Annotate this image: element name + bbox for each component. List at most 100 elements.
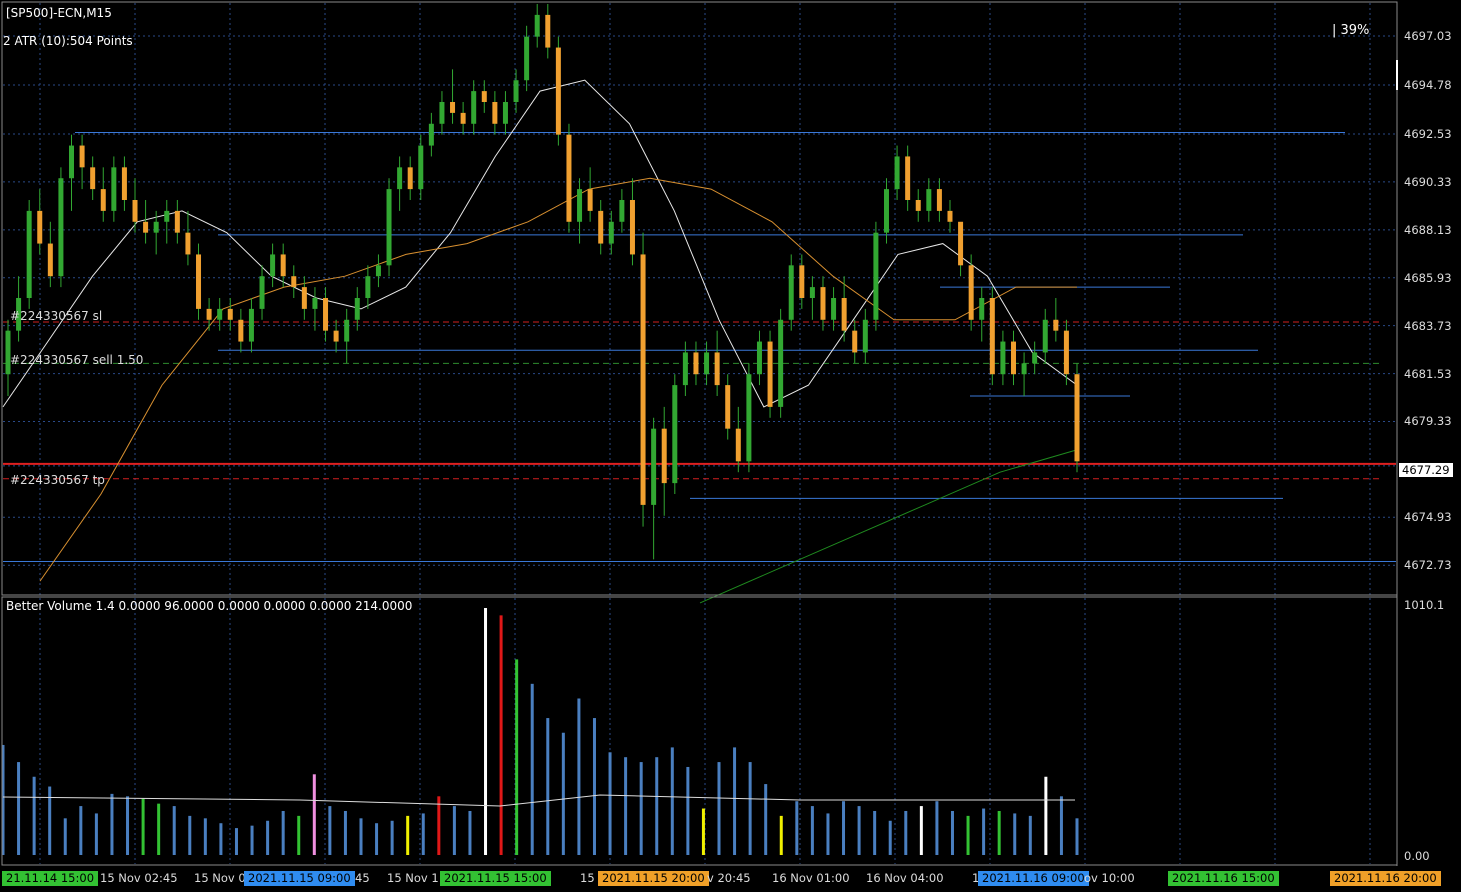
candle-body xyxy=(704,352,710,375)
candle-body xyxy=(407,167,413,190)
candle-body xyxy=(164,210,170,222)
volume-bar xyxy=(857,806,861,855)
volume-bar xyxy=(63,818,67,855)
ma-line-white xyxy=(2,79,1078,408)
candle-body xyxy=(418,145,424,190)
time-tick-label: 2021.11.16 20:00 xyxy=(1330,871,1441,886)
time-tick-label: v 20:45 xyxy=(707,871,751,885)
volume-bar xyxy=(842,801,846,855)
candle-body xyxy=(682,352,688,386)
candle-body xyxy=(979,298,985,320)
candle-body xyxy=(587,189,593,211)
candle-body xyxy=(577,189,583,222)
candle-body xyxy=(386,189,392,266)
candle-body xyxy=(301,287,307,309)
time-tick-label: 2021.11.16 15:00 xyxy=(1168,871,1279,886)
volume-indicator-label: Better Volume 1.4 0.0000 96.0000 0.0000 … xyxy=(6,599,413,613)
candle-body xyxy=(735,428,741,462)
candle-body xyxy=(69,145,75,179)
candle-body xyxy=(354,298,360,320)
volume-bar xyxy=(997,810,1001,855)
volume-bar xyxy=(359,818,363,855)
volume-bar xyxy=(982,808,986,855)
volume-bar xyxy=(1044,776,1048,855)
candle-body xyxy=(725,385,731,429)
volume-bar xyxy=(904,810,908,855)
scroll-marker[interactable] xyxy=(1396,60,1398,90)
time-tick-label: 15 xyxy=(580,871,595,885)
candle-body xyxy=(79,145,85,168)
candle-body xyxy=(809,287,815,298)
time-tick-label: 15 Nov 0 xyxy=(194,871,246,885)
candle-body xyxy=(1074,374,1080,462)
candle-body xyxy=(460,112,466,124)
volume-bar xyxy=(1075,818,1079,855)
volume-panel-frame xyxy=(1,596,1398,866)
candle-body xyxy=(502,102,508,124)
candle-body xyxy=(111,167,117,211)
volume-bar xyxy=(141,798,145,855)
volume-bar xyxy=(639,762,643,855)
price-tick-label: 4692.53 xyxy=(1404,127,1452,141)
time-tick-label: 15 Nov 02:45 xyxy=(100,871,178,885)
time-tick-label: 21.11.14 15:00 xyxy=(2,871,99,886)
current-price-tag: 4677.29 xyxy=(1399,463,1453,477)
volume-bar xyxy=(515,659,519,855)
candle-body xyxy=(280,254,286,277)
candle-body xyxy=(936,189,942,211)
candle-body xyxy=(26,210,32,298)
volume-bar xyxy=(810,806,814,855)
candle-body xyxy=(555,47,561,135)
volume-bar xyxy=(157,803,161,855)
volume-bar xyxy=(608,752,612,855)
candle-body xyxy=(248,308,254,342)
volume-bar xyxy=(873,810,877,855)
candle-body xyxy=(894,156,900,190)
volume-bar xyxy=(764,784,768,855)
volume-bar xyxy=(312,774,316,855)
volume-bar xyxy=(343,810,347,855)
candle-body xyxy=(799,265,805,298)
candle-body xyxy=(746,374,752,462)
candle-body xyxy=(270,254,276,277)
candle-body xyxy=(778,319,784,407)
volume-bar xyxy=(234,828,238,855)
volume-bar xyxy=(390,820,394,855)
volume-bar xyxy=(717,762,721,855)
volume-bar xyxy=(110,793,114,855)
candle-body xyxy=(365,276,371,298)
candle-body xyxy=(1063,330,1069,375)
ma-line-green xyxy=(699,449,1076,604)
price-tick-label: 4688.13 xyxy=(1404,222,1452,237)
horizontal-levels xyxy=(3,131,1396,563)
candle-body xyxy=(513,80,519,102)
candle-body xyxy=(862,319,868,353)
candle-body xyxy=(121,167,127,200)
candle-body xyxy=(333,330,339,342)
volume-bar xyxy=(484,608,488,855)
volume-bar xyxy=(530,683,534,855)
candle-body xyxy=(238,319,244,342)
volume-bar xyxy=(126,796,130,855)
volume-bar xyxy=(888,820,892,855)
candle-body xyxy=(344,319,350,342)
time-tick-label: 16 Nov 01:00 xyxy=(772,871,850,885)
volume-bar xyxy=(1013,813,1017,855)
candle-body xyxy=(672,385,678,484)
candle-body xyxy=(217,308,223,320)
candle-body xyxy=(323,298,329,331)
volume-bar xyxy=(188,815,192,855)
candle-body xyxy=(1032,352,1038,364)
volume-bar xyxy=(733,747,737,855)
candle-body xyxy=(915,200,921,211)
candle-body xyxy=(989,298,995,375)
price-chart-canvas[interactable] xyxy=(0,0,1461,892)
volume-bar xyxy=(670,747,674,855)
time-tick-label: ov 10:00 xyxy=(1084,871,1135,885)
volume-bar xyxy=(966,815,970,855)
candle-body xyxy=(608,221,614,244)
time-tick-label: 2021.11.15 15:00 xyxy=(440,871,551,886)
candle-body xyxy=(100,189,106,211)
candle-body xyxy=(926,189,932,211)
candle-body xyxy=(619,200,625,222)
